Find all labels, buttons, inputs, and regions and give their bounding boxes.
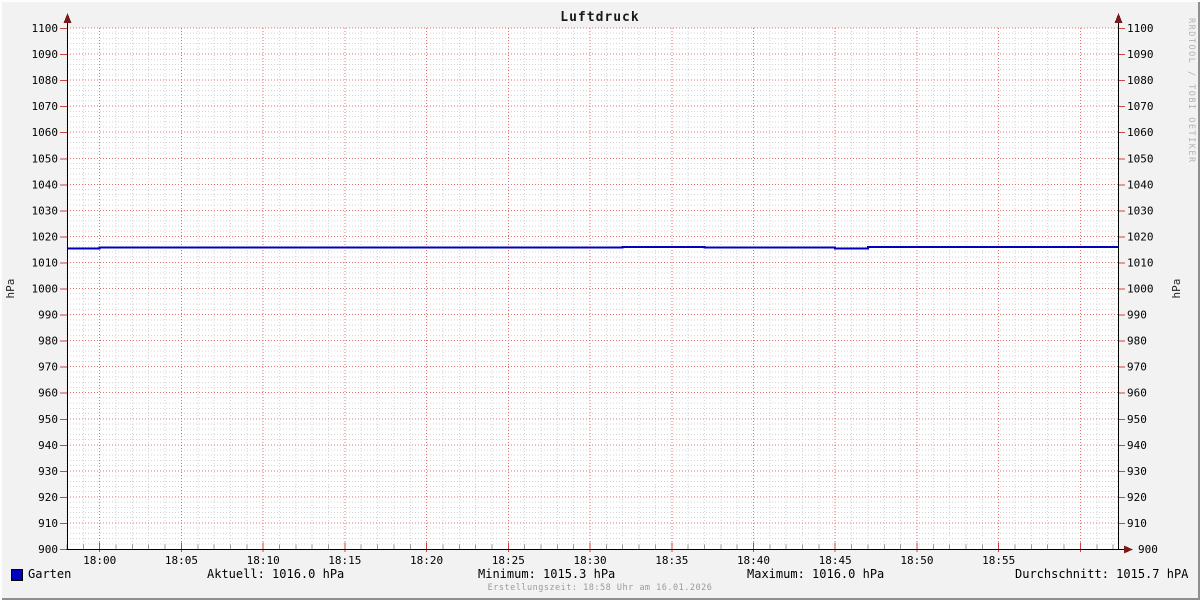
svg-text:1070: 1070 [1127, 100, 1154, 113]
svg-text:940: 940 [38, 439, 58, 452]
x-axis-labels: 18:00 18:05 18:10 18:15 18:20 18:25 18:30 18:35… [83, 554, 1015, 567]
svg-text:1010: 1010 [32, 256, 59, 269]
svg-text:1070: 1070 [32, 100, 59, 113]
svg-text:18:30: 18:30 [573, 554, 606, 567]
svg-text:960: 960 [1127, 387, 1147, 400]
svg-text:1020: 1020 [32, 230, 59, 243]
svg-text:1080: 1080 [32, 74, 59, 87]
svg-text:18:55: 18:55 [982, 554, 1015, 567]
svg-text:920: 920 [38, 491, 58, 504]
svg-text:950: 950 [1127, 413, 1147, 426]
svg-text:18:35: 18:35 [655, 554, 688, 567]
svg-text:18:40: 18:40 [737, 554, 770, 567]
svg-text:1000: 1000 [32, 283, 59, 296]
svg-text:1040: 1040 [32, 178, 59, 191]
svg-text:930: 930 [38, 465, 58, 478]
svg-text:1060: 1060 [32, 126, 59, 139]
svg-text:900: 900 [38, 543, 58, 556]
svg-text:18:50: 18:50 [900, 554, 933, 567]
y-axis-title-right: hPa [1170, 279, 1183, 299]
svg-text:18:20: 18:20 [410, 554, 443, 567]
svg-text:1090: 1090 [32, 48, 59, 61]
svg-text:990: 990 [38, 309, 58, 322]
svg-text:1020: 1020 [1127, 230, 1154, 243]
pressure-chart-canvas: 900 900 910 910 920 920 930 930 940 940 950 950 960 9… [4, 13, 1183, 567]
svg-text:900: 900 [1138, 543, 1158, 556]
rrdtool-graph-frame: Luftdruck RRDTOOL / TOBI OETIKER 900 900 9… [0, 0, 1200, 600]
stat-average: Durchschnitt: 1015.7 hPA [1015, 567, 1189, 581]
svg-text:960: 960 [38, 387, 58, 400]
stat-minimum: Minimum: 1015.3 hPa [478, 567, 616, 581]
svg-text:910: 910 [1127, 517, 1147, 530]
svg-text:18:00: 18:00 [83, 554, 116, 567]
svg-text:1090: 1090 [1127, 48, 1154, 61]
svg-text:970: 970 [1127, 361, 1147, 374]
svg-text:1030: 1030 [1127, 204, 1154, 217]
svg-text:18:45: 18:45 [819, 554, 852, 567]
svg-text:18:15: 18:15 [328, 554, 361, 567]
svg-text:1100: 1100 [32, 22, 59, 35]
svg-text:1000: 1000 [1127, 283, 1154, 296]
right-axis-arrow-icon [1114, 13, 1123, 23]
svg-text:1080: 1080 [1127, 74, 1154, 87]
svg-text:910: 910 [38, 517, 58, 530]
svg-text:1100: 1100 [1127, 22, 1154, 35]
svg-text:950: 950 [38, 413, 58, 426]
svg-text:1040: 1040 [1127, 178, 1154, 191]
svg-text:1050: 1050 [1127, 152, 1154, 165]
stat-current: Aktuell: 1016.0 hPa [207, 567, 345, 581]
svg-text:980: 980 [38, 335, 58, 348]
x-axis-arrow-icon [1124, 545, 1133, 554]
svg-text:990: 990 [1127, 309, 1147, 322]
y-axis-title-left: hPa [4, 279, 17, 299]
svg-text:18:25: 18:25 [492, 554, 525, 567]
series-color-swatch [11, 569, 23, 581]
svg-text:940: 940 [1127, 439, 1147, 452]
svg-text:18:10: 18:10 [247, 554, 280, 567]
stat-maximum: Maximum: 1016.0 hPa [747, 567, 885, 581]
svg-text:1030: 1030 [32, 204, 59, 217]
svg-text:930: 930 [1127, 465, 1147, 478]
svg-text:1060: 1060 [1127, 126, 1154, 139]
series-label: Garten [28, 567, 72, 581]
svg-text:980: 980 [1127, 335, 1147, 348]
creation-timestamp: Erstellungszeit: 18:58 Uhr am 16.01.2026 [487, 583, 713, 593]
svg-text:18:05: 18:05 [165, 554, 198, 567]
legend: Garten Aktuell: 1016.0 hPa Minimum: 1015… [0, 567, 1200, 583]
svg-text:970: 970 [38, 361, 58, 374]
svg-text:1010: 1010 [1127, 256, 1154, 269]
svg-text:1050: 1050 [32, 152, 59, 165]
svg-text:920: 920 [1127, 491, 1147, 504]
left-axis-arrow-icon [63, 13, 72, 23]
